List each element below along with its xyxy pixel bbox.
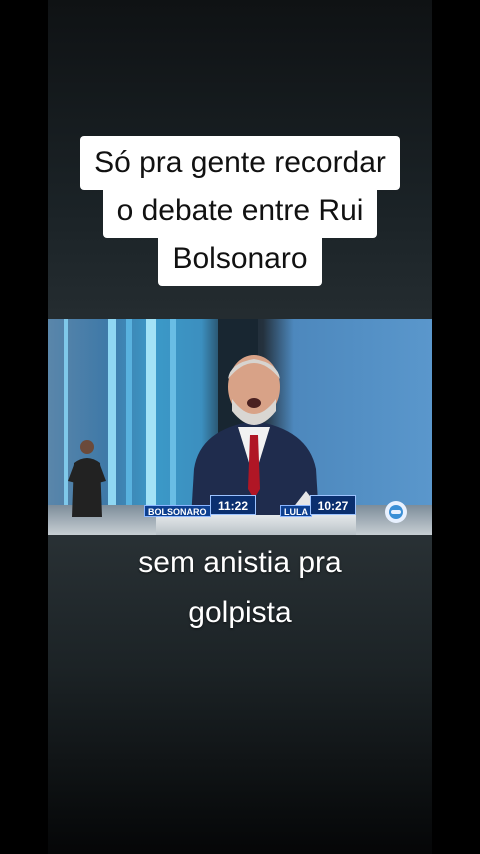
globo-logo-icon bbox=[385, 501, 407, 523]
debate-video[interactable]: BOLSONARO 11:22 LULA 10:27 bbox=[48, 319, 432, 535]
top-caption-line-3: Bolsonaro bbox=[158, 232, 322, 286]
timer-value-lula: 10:27 bbox=[310, 495, 356, 515]
timer-name-lula: LULA bbox=[280, 505, 312, 517]
bottom-caption-line-2: golpista bbox=[188, 596, 292, 629]
timer-name-bolsonaro: BOLSONARO bbox=[144, 505, 211, 517]
bottom-caption-line-1: sem anistia pra bbox=[138, 546, 342, 579]
podium bbox=[156, 515, 356, 535]
top-caption: Só pra gente recordar o debate entre Rui… bbox=[0, 136, 480, 286]
bottom-caption: sem anistia pra golpista bbox=[0, 538, 480, 638]
set-stripe bbox=[126, 319, 132, 535]
set-stripe bbox=[146, 319, 156, 535]
sign-language-interpreter bbox=[68, 440, 106, 517]
video-frame: Só pra gente recordar o debate entre Rui… bbox=[0, 0, 480, 854]
top-caption-line-2: o debate entre Rui bbox=[102, 184, 378, 238]
top-caption-line-1: Só pra gente recordar bbox=[80, 136, 400, 190]
set-stripe bbox=[108, 319, 116, 535]
set-stripe bbox=[170, 319, 176, 535]
timer-value-bolsonaro: 11:22 bbox=[210, 495, 256, 515]
